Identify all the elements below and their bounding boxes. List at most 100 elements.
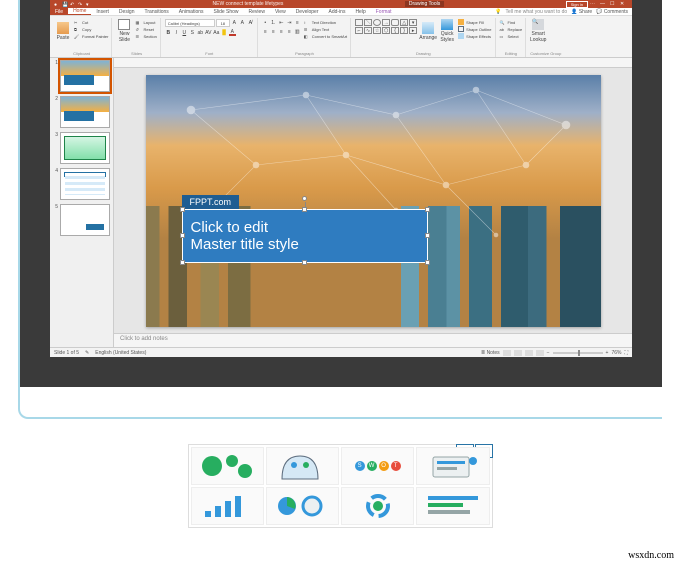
ad-thumb-7[interactable] bbox=[341, 487, 414, 525]
ad-thumb-2[interactable] bbox=[266, 447, 339, 485]
language-label[interactable]: English (United States) bbox=[95, 350, 146, 356]
font-color-button[interactable]: A bbox=[229, 29, 236, 36]
tab-format[interactable]: Format bbox=[371, 8, 397, 15]
thumbnail-slide-3[interactable] bbox=[60, 132, 110, 164]
zoom-in-button[interactable]: + bbox=[606, 350, 609, 356]
shape-arrow-icon[interactable]: → bbox=[382, 19, 390, 26]
ad-thumb-8[interactable] bbox=[416, 487, 489, 525]
clear-format-button[interactable]: A̸ bbox=[247, 20, 254, 27]
line-spacing-button[interactable]: ≡ bbox=[294, 19, 301, 26]
close-icon[interactable]: ✕ bbox=[620, 1, 628, 7]
shape-roundrect-icon[interactable] bbox=[391, 19, 399, 26]
resize-handle[interactable] bbox=[425, 207, 430, 212]
zoom-out-button[interactable]: − bbox=[547, 350, 550, 356]
align-left-button[interactable]: ≡ bbox=[262, 28, 269, 35]
tab-file[interactable]: File bbox=[50, 8, 68, 15]
quick-styles-button[interactable]: Quick Styles bbox=[439, 19, 455, 43]
new-slide-button[interactable]: New Slide bbox=[116, 19, 132, 43]
font-name-select[interactable]: Calibri (Headings) bbox=[165, 19, 215, 27]
thumbnail-slide-4[interactable] bbox=[60, 168, 110, 200]
section-button[interactable]: ☰Section bbox=[135, 33, 156, 39]
tell-me-input[interactable]: Tell me what you want to do bbox=[506, 9, 568, 15]
ad-thumb-3[interactable]: SWOT bbox=[341, 447, 414, 485]
shape-fill-button[interactable]: Shape Fill bbox=[458, 19, 491, 25]
tab-developer[interactable]: Developer bbox=[291, 8, 324, 15]
tab-transitions[interactable]: Transitions bbox=[140, 8, 174, 15]
normal-view-button[interactable] bbox=[503, 350, 511, 356]
replace-button[interactable]: abReplace bbox=[500, 26, 523, 32]
ad-thumb-6[interactable] bbox=[266, 487, 339, 525]
reset-button[interactable]: ↺Reset bbox=[135, 26, 156, 32]
qat-more-icon[interactable]: ▾ bbox=[86, 2, 91, 7]
reading-view-button[interactable] bbox=[525, 350, 533, 356]
thumbnail-slide-1[interactable] bbox=[60, 60, 110, 92]
resize-handle[interactable] bbox=[425, 233, 430, 238]
resize-handle[interactable] bbox=[180, 260, 185, 265]
resize-handle[interactable] bbox=[302, 260, 307, 265]
slideshow-view-button[interactable] bbox=[536, 350, 544, 356]
resize-handle[interactable] bbox=[180, 207, 185, 212]
resize-handle[interactable] bbox=[180, 233, 185, 238]
bold-button[interactable]: B bbox=[165, 29, 172, 36]
shape-more-icon[interactable]: ▾ bbox=[409, 19, 417, 26]
shape-action-icon[interactable]: ▸ bbox=[409, 27, 417, 34]
align-text-button[interactable]: ☰Align Text bbox=[304, 26, 347, 32]
tab-review[interactable]: Review bbox=[244, 8, 270, 15]
zoom-level[interactable]: 76% bbox=[611, 350, 621, 356]
shrink-font-button[interactable]: A bbox=[239, 20, 246, 27]
ribbon-options-icon[interactable]: ⋯ bbox=[590, 1, 598, 7]
tab-view[interactable]: View bbox=[270, 8, 291, 15]
shape-rect-icon[interactable] bbox=[355, 19, 363, 26]
slide-canvas[interactable]: FPPT.com Click to edit Master title styl… bbox=[146, 75, 601, 327]
notes-pane[interactable]: Click to add notes bbox=[114, 333, 632, 347]
cut-button[interactable]: ✂Cut bbox=[74, 19, 108, 25]
shape-callout-icon[interactable]: ⬡ bbox=[382, 27, 390, 34]
tab-slideshow[interactable]: Slide Show bbox=[209, 8, 244, 15]
paste-button[interactable]: Paste bbox=[55, 19, 71, 43]
spellcheck-icon[interactable]: ✎ bbox=[85, 350, 89, 356]
indent-dec-button[interactable]: ⇤ bbox=[278, 19, 285, 26]
fit-window-button[interactable]: ⛶ bbox=[624, 350, 628, 356]
notes-toggle[interactable]: ≣ Notes bbox=[481, 350, 500, 356]
tab-insert[interactable]: Insert bbox=[91, 8, 114, 15]
smartart-button[interactable]: ◧Convert to SmartArt bbox=[304, 33, 347, 39]
tab-animations[interactable]: Animations bbox=[174, 8, 209, 15]
share-button[interactable]: 👤 Share bbox=[571, 9, 592, 15]
text-direction-button[interactable]: ↕Text Direction bbox=[304, 19, 347, 25]
shapes-gallery[interactable]: ＼ → △ ▾ ⌐ ∿ ☆ ⬡ { } ▸ bbox=[355, 19, 417, 34]
ad-thumb-4[interactable] bbox=[416, 447, 489, 485]
ad-thumb-1[interactable] bbox=[191, 447, 264, 485]
save-icon[interactable]: 💾 bbox=[62, 2, 67, 7]
indent-inc-button[interactable]: ⇥ bbox=[286, 19, 293, 26]
ad-banner[interactable]: ▷ ✕ SWOT bbox=[188, 444, 493, 528]
shape-effects-button[interactable]: Shape Effects bbox=[458, 33, 491, 39]
highlight-button[interactable]: ▉ bbox=[221, 29, 228, 36]
comments-button[interactable]: 💬 Comments bbox=[596, 9, 628, 15]
font-size-select[interactable]: 18 bbox=[216, 19, 230, 27]
sorter-view-button[interactable] bbox=[514, 350, 522, 356]
shape-outline-button[interactable]: Shape Outline bbox=[458, 26, 491, 32]
shape-brace-icon[interactable]: { bbox=[391, 27, 399, 34]
tab-home[interactable]: Home bbox=[68, 8, 91, 15]
minimize-icon[interactable]: — bbox=[600, 1, 608, 7]
format-painter-button[interactable]: 🖌Format Painter bbox=[74, 33, 108, 39]
shape-triangle-icon[interactable]: △ bbox=[400, 19, 408, 26]
slide-thumbnail-pane[interactable]: 1 2 3 4 5 bbox=[50, 58, 114, 347]
case-button[interactable]: Aa bbox=[213, 29, 220, 36]
signin-button[interactable]: Sign in bbox=[566, 1, 588, 8]
zoom-slider[interactable] bbox=[553, 352, 603, 354]
rotate-handle[interactable] bbox=[302, 196, 307, 201]
undo-icon[interactable]: ↶ bbox=[70, 2, 75, 7]
resize-handle[interactable] bbox=[425, 260, 430, 265]
columns-button[interactable]: ▥ bbox=[294, 28, 301, 35]
bullets-button[interactable]: • bbox=[262, 19, 269, 26]
slide-counter[interactable]: Slide 1 of 5 bbox=[54, 350, 79, 356]
select-button[interactable]: ▭Select bbox=[500, 33, 523, 39]
maximize-icon[interactable]: ☐ bbox=[610, 1, 618, 7]
shape-curve-icon[interactable]: ∿ bbox=[364, 27, 372, 34]
thumbnail-slide-5[interactable] bbox=[60, 204, 110, 236]
shape-brace2-icon[interactable]: } bbox=[400, 27, 408, 34]
find-button[interactable]: 🔍Find bbox=[500, 19, 523, 25]
layout-button[interactable]: ▦Layout bbox=[135, 19, 156, 25]
shape-star-icon[interactable]: ☆ bbox=[373, 27, 381, 34]
